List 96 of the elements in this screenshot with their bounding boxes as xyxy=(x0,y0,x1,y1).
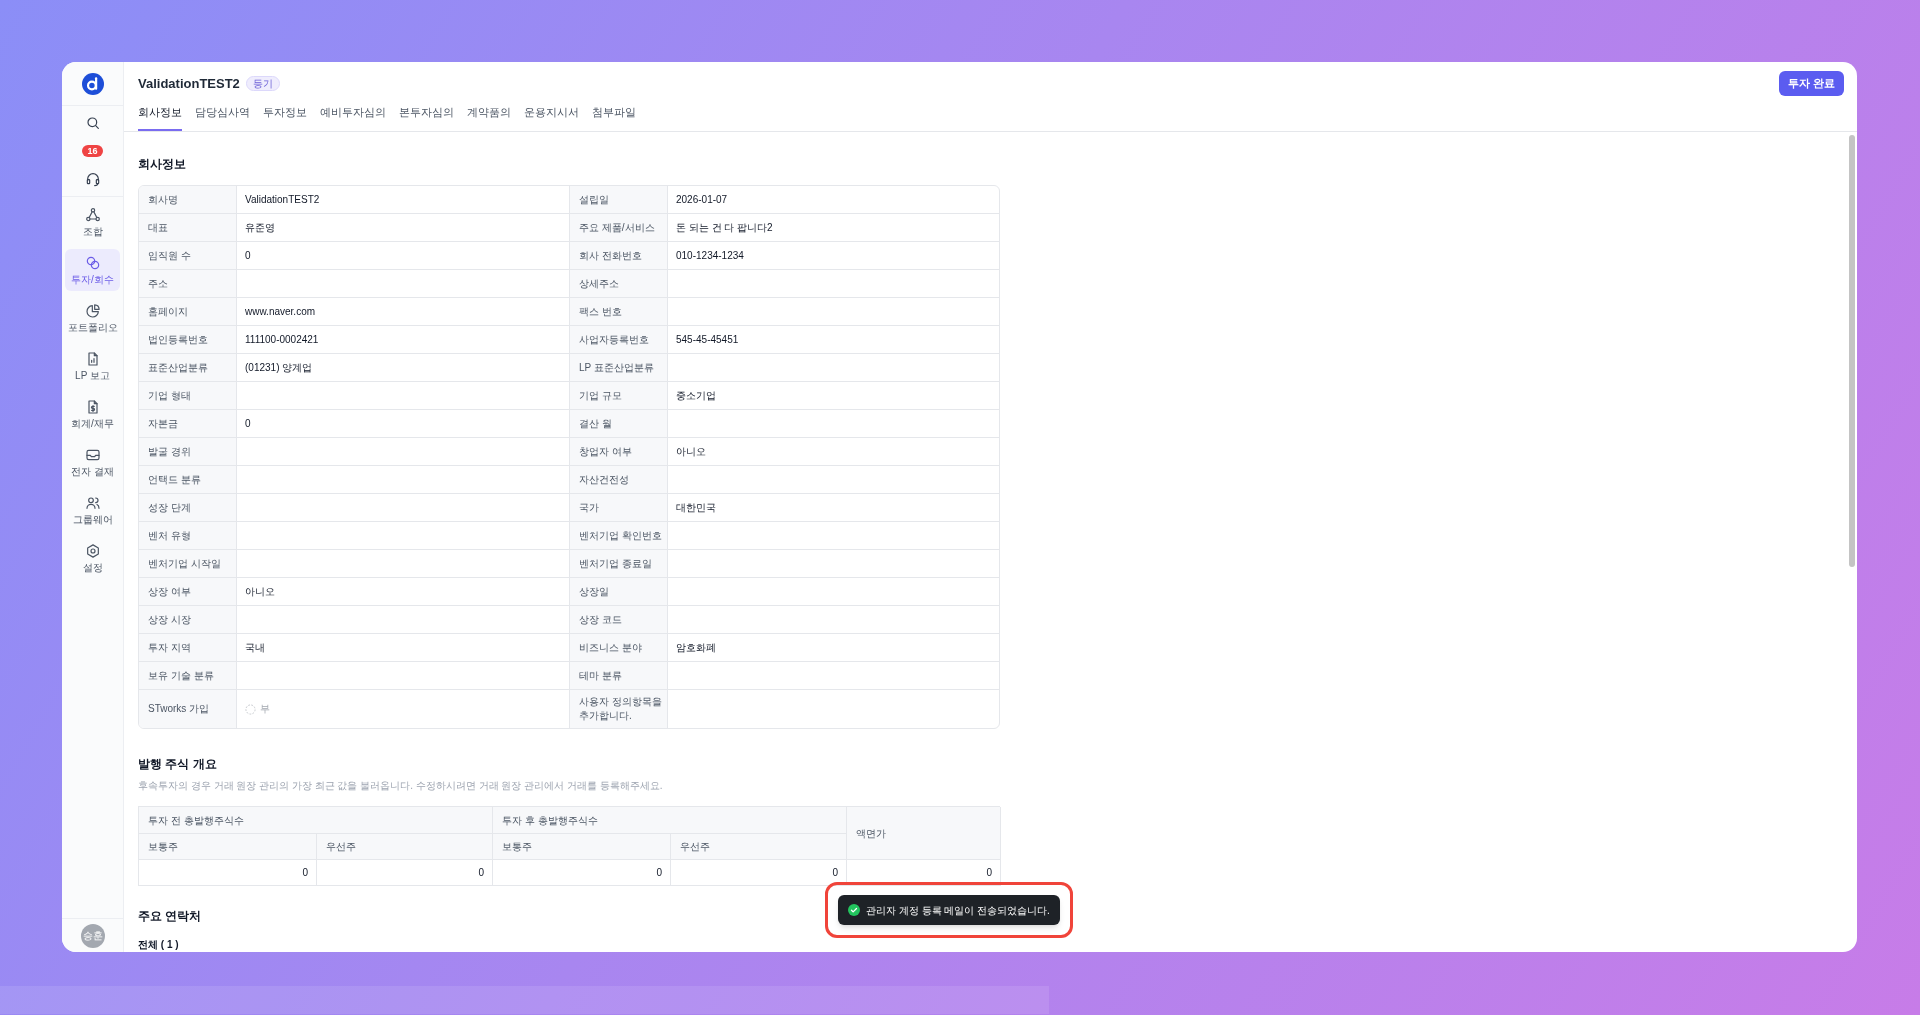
field-label: 임직원 수 xyxy=(139,242,237,269)
field-label: 자본금 xyxy=(139,410,237,437)
field-label: 주소 xyxy=(139,270,237,297)
headset-icon[interactable] xyxy=(84,171,101,187)
tray-icon xyxy=(84,447,101,463)
field-value: 010-1234-1234 xyxy=(675,248,745,263)
column-header: 보통주 xyxy=(139,834,317,860)
field-label: 자산건전성 xyxy=(570,466,668,493)
sidebar-item[interactable]: 포트폴리오 xyxy=(65,297,120,339)
field-value: 2026-01-07 xyxy=(675,192,729,207)
field-label: 비즈니스 분야 xyxy=(570,634,668,661)
table-cell: 0 xyxy=(317,860,493,886)
table-cell: 0 xyxy=(671,860,847,886)
column-header: 보통주 xyxy=(493,834,671,860)
field-label: 팩스 번호 xyxy=(570,298,668,325)
field-label: 언택드 분류 xyxy=(139,466,237,493)
count-label: 전체 ( 1 ) xyxy=(138,939,179,951)
field-label: 설립일 xyxy=(570,186,668,213)
field-label: 벤처 유형 xyxy=(139,522,237,549)
field-value: 대한민국 xyxy=(675,500,717,515)
page-title: ValidationTEST2 xyxy=(138,77,240,90)
field-label: 표준산업분류 xyxy=(139,354,237,381)
field-label: 투자 지역 xyxy=(139,634,237,661)
tab[interactable]: 예비투자심의 xyxy=(320,96,386,131)
field-label: 대표 xyxy=(139,214,237,241)
tab[interactable]: 회사정보 xyxy=(138,96,182,131)
sidebar-item[interactable]: 회계/재무 xyxy=(65,393,120,435)
field-label: 홈페이지 xyxy=(139,298,237,325)
status-badge: 등기 xyxy=(245,76,280,91)
table-cell: 0 xyxy=(493,860,671,886)
tab[interactable]: 투자정보 xyxy=(263,96,307,131)
field-label: 사업자등록번호 xyxy=(570,326,668,353)
table-cell: 0 xyxy=(847,860,1001,886)
field-label: 창업자 여부 xyxy=(570,438,668,465)
field-label: 발굴 경위 xyxy=(139,438,237,465)
field-label: 사용자 정의항목을 추가합니다. xyxy=(570,690,668,728)
column-header: 우선주 xyxy=(671,834,847,860)
network-icon xyxy=(84,207,101,223)
field-label: 기업 규모 xyxy=(570,382,668,409)
field-value: 암호화폐 xyxy=(675,640,717,655)
section-heading: 발행 주식 개요 xyxy=(138,756,217,772)
field-label: 성장 단계 xyxy=(139,494,237,521)
check-circle-icon xyxy=(848,904,860,916)
section-heading: 주요 연락처 xyxy=(138,908,202,924)
field-value: 돈 되는 건 다 팝니다2 xyxy=(675,220,774,235)
tab[interactable]: 운용지시서 xyxy=(524,96,579,131)
field-label: 기업 형태 xyxy=(139,382,237,409)
field-label: 회사명 xyxy=(139,186,237,213)
field-label: 상장 코드 xyxy=(570,606,668,633)
section-heading: 회사정보 xyxy=(138,156,186,172)
field-label: LP 표준산업분류 xyxy=(570,354,668,381)
toast-message: 관리자 계정 등록 메일이 전송되었습니다. xyxy=(866,903,1050,918)
field-value: 중소기업 xyxy=(675,388,717,403)
complete-button[interactable]: 투자 완료 xyxy=(1778,71,1844,96)
field-label: 법인등록번호 xyxy=(139,326,237,353)
sidebar-item[interactable]: 조합 xyxy=(65,201,120,243)
field-label: 상장 여부 xyxy=(139,578,237,605)
sidebar-item[interactable]: 설정 xyxy=(65,537,120,579)
field-value: 545-45-45451 xyxy=(675,332,740,347)
logo-icon[interactable] xyxy=(81,72,104,95)
field-label: 주요 제품/서비스 xyxy=(570,214,668,241)
column-header: 액면가 xyxy=(847,807,1001,860)
tab[interactable]: 담당심사역 xyxy=(195,96,250,131)
users-icon xyxy=(84,495,101,511)
vertical-scrollbar[interactable] xyxy=(1849,135,1855,567)
tab[interactable]: 계약품의 xyxy=(467,96,511,131)
column-header: 투자 전 총발행주식수 xyxy=(139,807,493,834)
linked-rings-icon xyxy=(84,255,101,271)
tab[interactable]: 첨부파일 xyxy=(592,96,636,131)
field-label: 벤처기업 확인번호 xyxy=(570,522,668,549)
sidebar-item[interactable]: 그룹웨어 xyxy=(65,489,120,531)
field-label: 보유 기술 분류 xyxy=(139,662,237,689)
field-label: 벤처기업 종료일 xyxy=(570,550,668,577)
field-label: 상장일 xyxy=(570,578,668,605)
notification-badge[interactable]: 16 xyxy=(82,145,103,157)
column-header: 투자 후 총발행주식수 xyxy=(493,807,847,834)
field-label: STworks 가입 xyxy=(139,690,237,728)
settings-icon xyxy=(84,543,101,559)
field-value: 아니오 xyxy=(675,444,707,459)
search-icon[interactable] xyxy=(84,115,101,131)
field-label: 테마 분류 xyxy=(570,662,668,689)
sidebar-item[interactable]: LP 보고 xyxy=(65,345,120,387)
field-label: 회사 전화번호 xyxy=(570,242,668,269)
sidebar-item[interactable]: 투자/회수 xyxy=(65,249,120,291)
field-label: 결산 월 xyxy=(570,410,668,437)
description-text: 후속투자의 경우 거래 원장 관리의 가장 최근 값을 불러옵니다. 수정하시려면 거래 원장 관리에서 거래를 등록해주세요. xyxy=(138,779,663,793)
field-label: 벤처기업 시작일 xyxy=(139,550,237,577)
tab[interactable]: 본투자심의 xyxy=(399,96,454,131)
pie-chart-icon xyxy=(84,303,101,319)
field-label: 국가 xyxy=(570,494,668,521)
field-label: 상장 시장 xyxy=(139,606,237,633)
column-header: 우선주 xyxy=(317,834,493,860)
sidebar-item[interactable]: 전자 결재 xyxy=(65,441,120,483)
radio-icon[interactable] xyxy=(245,703,256,715)
field-label: 상세주소 xyxy=(570,270,668,297)
table-cell: 0 xyxy=(139,860,317,886)
